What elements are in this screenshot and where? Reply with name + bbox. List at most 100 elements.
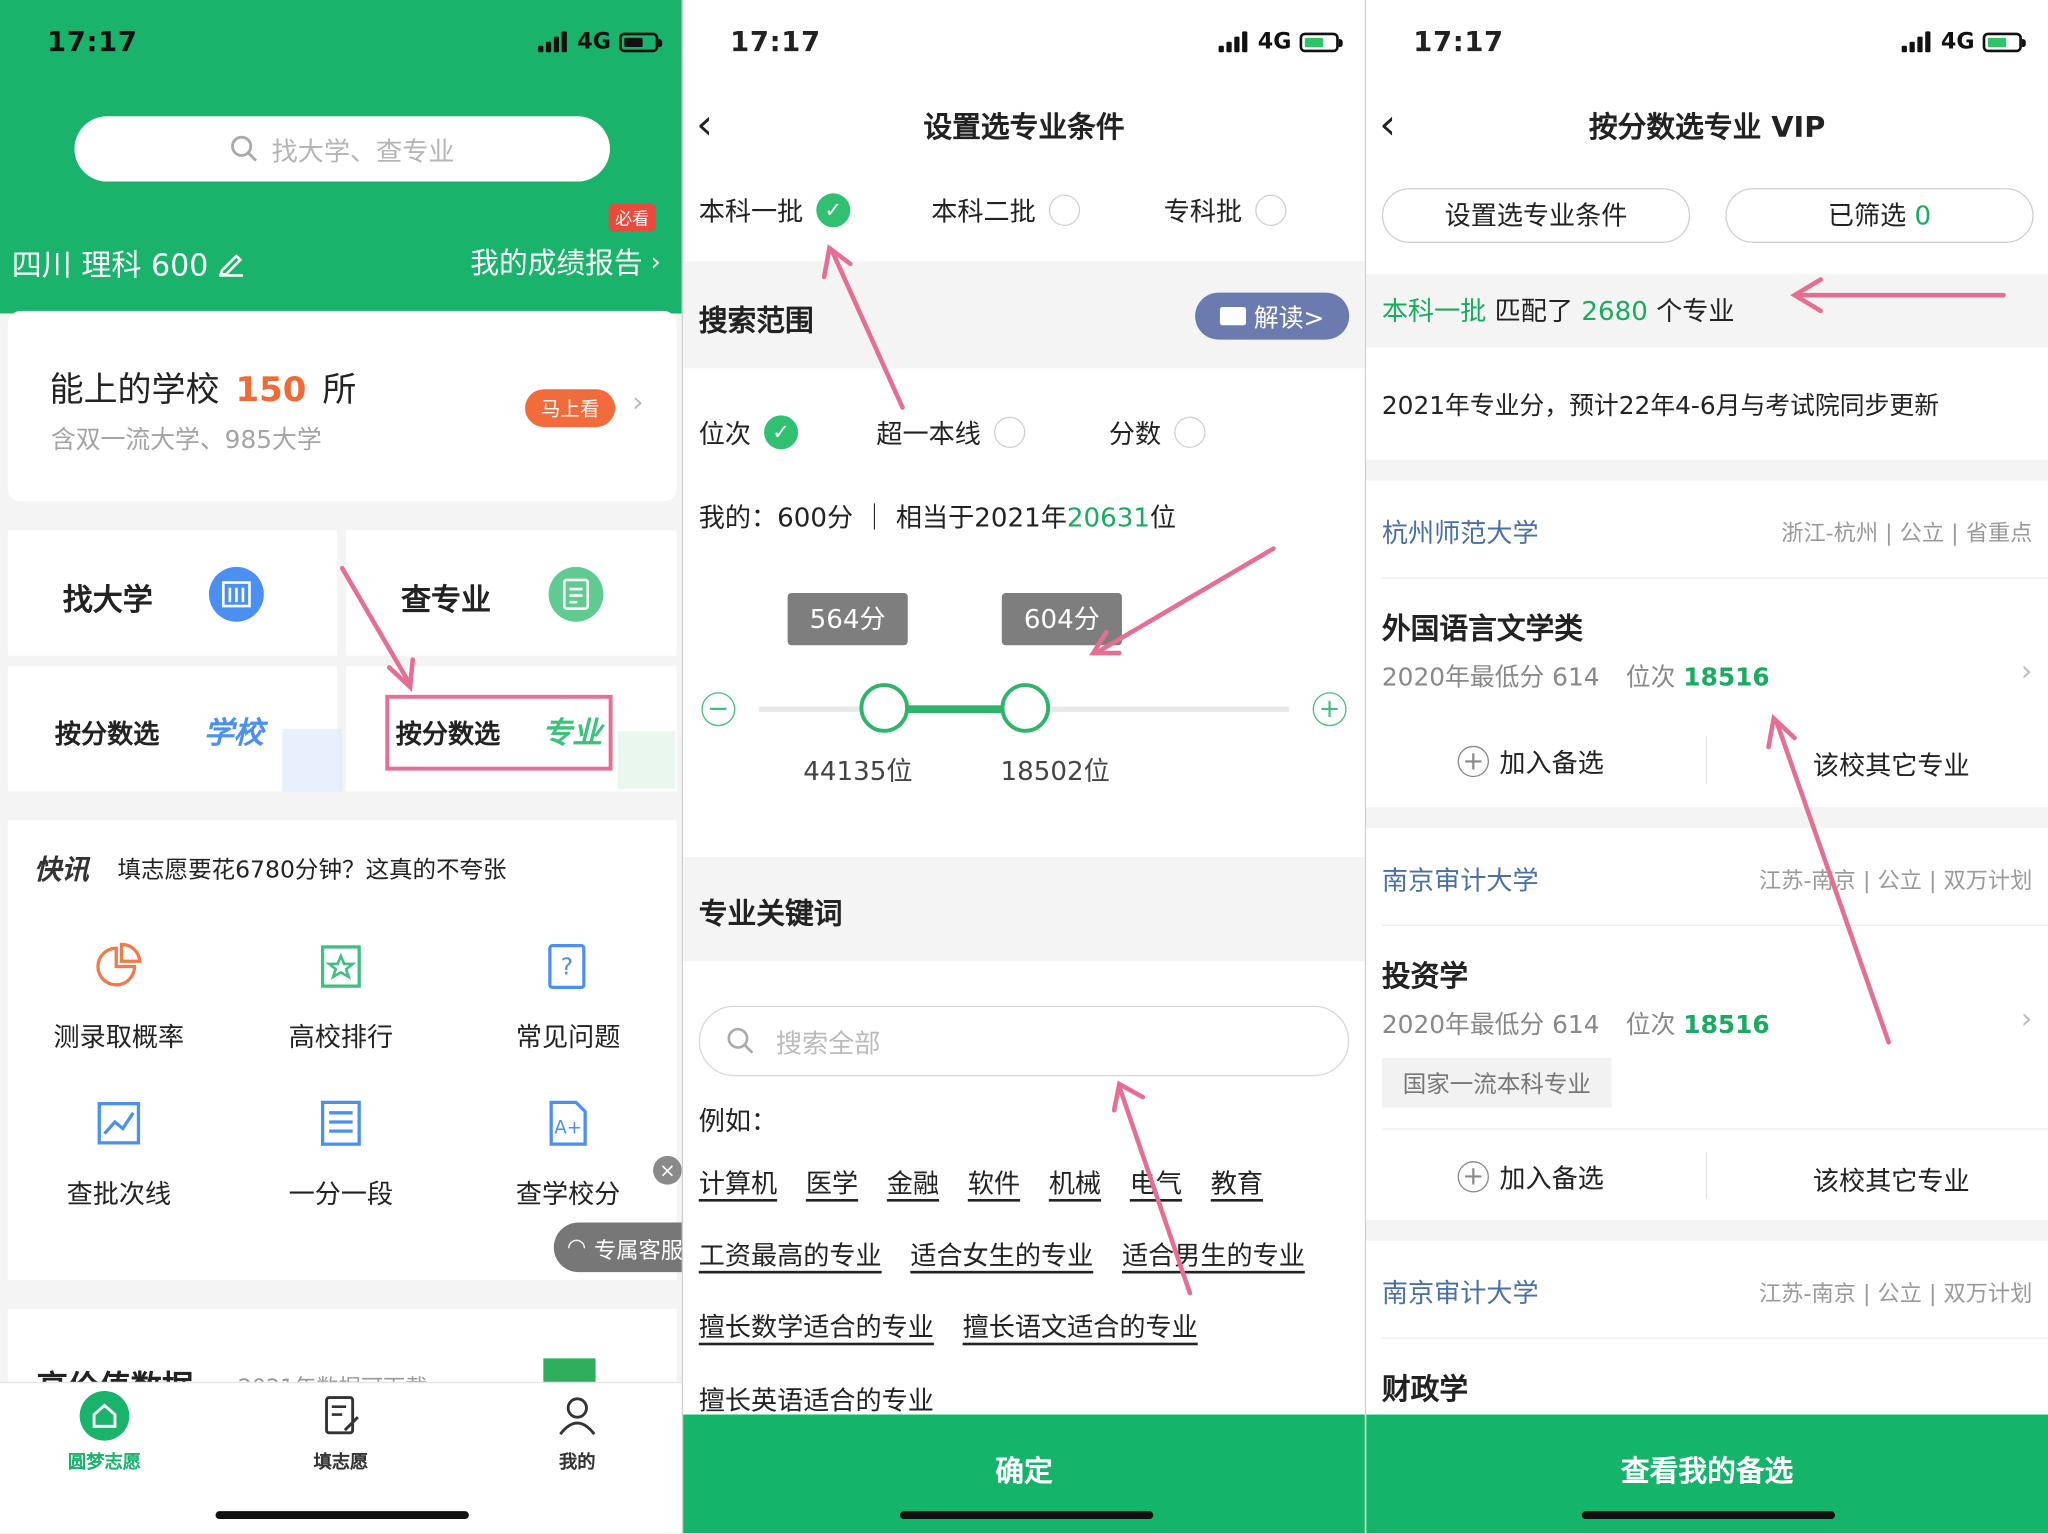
slider-right-handle[interactable] bbox=[1000, 683, 1051, 733]
signal-icon bbox=[1218, 31, 1250, 53]
keyword-link[interactable]: 擅长语文适合的专业 bbox=[963, 1306, 1198, 1344]
keyword-link[interactable]: 软件 bbox=[968, 1162, 1020, 1200]
network-label: 4G bbox=[577, 28, 611, 55]
score-info[interactable]: 四川 理科 600 bbox=[12, 240, 245, 284]
tool-faq[interactable]: ? 常见问题 bbox=[483, 940, 653, 1071]
tool-batch-line[interactable]: 查批次线 bbox=[34, 1097, 204, 1228]
major-watermark-icon bbox=[617, 731, 676, 789]
keyword-search-input[interactable]: 搜索全部 bbox=[698, 1005, 1350, 1077]
network-label: 4G bbox=[1257, 28, 1292, 55]
batch-option-3[interactable]: 专科批 bbox=[1164, 191, 1287, 229]
explain-button[interactable]: 解读> bbox=[1195, 292, 1350, 340]
min-score: 2020年最低分 614 bbox=[1381, 663, 1600, 693]
keyword-link[interactable]: 工资最高的专业 bbox=[699, 1234, 882, 1272]
divider bbox=[1381, 1128, 2048, 1130]
close-icon[interactable]: × bbox=[653, 1155, 682, 1185]
tool-label: 测录取概率 bbox=[53, 1021, 185, 1053]
tile-find-university[interactable]: 找大学 bbox=[7, 530, 337, 656]
filtered-button[interactable]: 已筛选 0 bbox=[1725, 188, 2034, 243]
tab-home[interactable]: 圆梦志愿 bbox=[39, 1391, 170, 1475]
explain-label: 解读> bbox=[1253, 303, 1325, 333]
keyword-link[interactable]: 擅长数学适合的专业 bbox=[699, 1306, 934, 1344]
minus-icon[interactable]: − bbox=[701, 692, 736, 727]
add-candidate-button[interactable]: + 加入备选 bbox=[1457, 1157, 1604, 1195]
svg-text:A+: A+ bbox=[554, 1118, 582, 1139]
keyword-link[interactable]: 医学 bbox=[806, 1162, 858, 1200]
my-rank: 20631 bbox=[1066, 501, 1150, 533]
result-card[interactable]: 南京审计大学 江苏-南京 | 公立 | 双万计划 投资学 2020年最低分 61… bbox=[1366, 828, 2048, 1220]
batch-option-1[interactable]: 本科一批 ✓ bbox=[699, 191, 851, 229]
status-bar-icons: 4G bbox=[1218, 28, 1343, 55]
service-label: 专属客服 bbox=[594, 1237, 682, 1264]
signal-icon bbox=[538, 31, 569, 53]
tool-admission-probability[interactable]: 测录取概率 bbox=[34, 940, 204, 1071]
plus-icon[interactable]: + bbox=[1312, 692, 1347, 727]
slider-left-handle[interactable] bbox=[859, 683, 910, 733]
rank-value: 18516 bbox=[1683, 1010, 1770, 1040]
tool-score-table[interactable]: 一分一段 bbox=[256, 1097, 426, 1228]
school-meta: 江苏-南京 | 公立 | 双万计划 bbox=[1759, 868, 2033, 895]
set-conditions-button[interactable]: 设置选专业条件 bbox=[1381, 188, 1691, 243]
report-link[interactable]: 我的成绩报告 › bbox=[470, 240, 661, 282]
school-name[interactable]: 南京审计大学 bbox=[1382, 1272, 1539, 1310]
filtered-count: 0 bbox=[1914, 199, 1932, 232]
school-name[interactable]: 南京审计大学 bbox=[1382, 859, 1539, 897]
other-majors-button[interactable]: 该校其它专业 bbox=[1813, 1160, 1970, 1198]
notice-bar: 2021年专业分，预计22年4-6月与考试院同步更新 bbox=[1366, 347, 2048, 460]
tile-find-major[interactable]: 查专业 bbox=[346, 530, 677, 656]
tile-score-major[interactable]: 按分数选 专业 bbox=[346, 666, 677, 792]
keyword-link[interactable]: 适合女生的专业 bbox=[910, 1234, 1093, 1272]
tab-label: 我的 bbox=[559, 1452, 596, 1474]
keyword-title: 专业关键词 bbox=[698, 898, 843, 932]
keyword-row-1: 计算机 医学 金融 软件 机械 电气 教育 bbox=[699, 1162, 1263, 1200]
edit-icon bbox=[218, 254, 243, 277]
keyword-link[interactable]: 计算机 bbox=[699, 1162, 777, 1200]
schools-unit: 所 bbox=[322, 370, 357, 411]
keyword-link[interactable]: 机械 bbox=[1049, 1162, 1101, 1200]
status-bar-icons: 4G bbox=[1901, 28, 2026, 55]
search-bar[interactable]: 找大学、查专业 bbox=[74, 116, 610, 182]
tile-tag: 学校 bbox=[203, 717, 264, 752]
status-time: 17:17 bbox=[47, 26, 138, 58]
school-meta: 浙江-杭州 | 公立 | 省重点 bbox=[1781, 521, 2033, 548]
keyword-link[interactable]: 金融 bbox=[887, 1162, 939, 1200]
tab-bar: 圆梦志愿 填志愿 我的 bbox=[0, 1381, 682, 1534]
news-text[interactable]: 填志愿要花6780分钟？这真的不夸张 bbox=[118, 852, 507, 886]
document-icon bbox=[548, 566, 604, 622]
school-name[interactable]: 杭州师范大学 bbox=[1382, 512, 1539, 550]
rank-label: 位次 bbox=[1625, 663, 1676, 693]
tab-fill[interactable]: 填志愿 bbox=[276, 1394, 407, 1475]
mode-rank[interactable]: 位次 ✓ bbox=[699, 413, 799, 451]
mode-label: 分数 bbox=[1108, 417, 1162, 450]
tool-university-ranking[interactable]: 高校排行 bbox=[256, 940, 426, 1071]
data-card[interactable]: 高价值数据 2021年数据可下载 bbox=[7, 1308, 677, 1388]
add-candidate-button[interactable]: + 加入备选 bbox=[1457, 742, 1604, 780]
go-button[interactable]: 马上看 bbox=[525, 389, 616, 428]
schools-title-line: 能上的学校 150 所 bbox=[50, 363, 357, 411]
tool-label: 常见问题 bbox=[515, 1021, 621, 1053]
home-icon bbox=[79, 1391, 130, 1441]
slider-left-rank: 44135位 bbox=[803, 754, 913, 787]
min-score: 2020年最低分 614 bbox=[1381, 1010, 1600, 1040]
keyword-link[interactable]: 适合男生的专业 bbox=[1122, 1234, 1305, 1272]
score-major-results-screen: 17:17 4G ‹ 按分数选专业 VIP 设置选专业条件 已筛选 0 本科一批… bbox=[1366, 0, 2048, 1534]
tile-score-school[interactable]: 按分数选 学校 bbox=[7, 666, 343, 792]
keyword-link[interactable]: 电气 bbox=[1130, 1162, 1182, 1200]
report-label: 我的成绩报告 bbox=[470, 248, 643, 281]
status-bar-icons: 4G bbox=[538, 28, 662, 55]
other-majors-button[interactable]: 该校其它专业 bbox=[1813, 744, 1970, 782]
result-card[interactable]: 杭州师范大学 浙江-杭州 | 公立 | 省重点 外国语言文学类 2020年最低分… bbox=[1366, 480, 2048, 808]
keyword-link[interactable]: 教育 bbox=[1211, 1162, 1263, 1200]
schools-card[interactable]: 能上的学校 150 所 含双一流大学、985大学 马上看 › bbox=[7, 310, 677, 502]
mode-score[interactable]: 分数 bbox=[1109, 413, 1206, 451]
search-placeholder: 找大学、查专业 bbox=[271, 135, 455, 167]
result-card[interactable]: 南京审计大学 江苏-南京 | 公立 | 双万计划 财政学 bbox=[1366, 1240, 2048, 1424]
batch-option-2[interactable]: 本科二批 bbox=[931, 191, 1081, 229]
keyword-link[interactable]: 擅长英语适合的专业 bbox=[699, 1384, 934, 1415]
tab-me[interactable]: 我的 bbox=[512, 1394, 643, 1475]
network-label: 4G bbox=[1940, 28, 1975, 55]
service-button[interactable]: ◠ 专属客服 bbox=[553, 1222, 682, 1273]
mode-over-line[interactable]: 超一本线 bbox=[876, 413, 1026, 451]
tool-school-score[interactable]: A+ 查学校分 bbox=[483, 1097, 653, 1228]
keyword-row-4: 擅长英语适合的专业 bbox=[699, 1379, 934, 1417]
